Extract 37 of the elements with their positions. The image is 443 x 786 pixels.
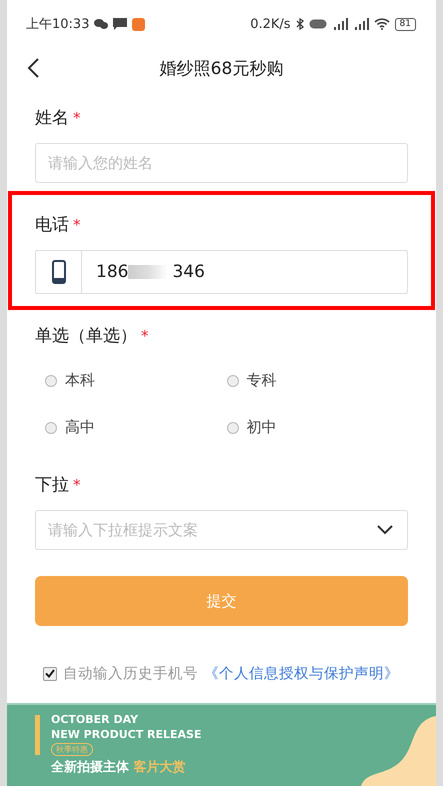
radio-option[interactable]: 专科	[226, 371, 408, 390]
field-label: 单选（单选）	[35, 325, 137, 347]
required-mark: *	[73, 216, 80, 234]
wifi-icon	[374, 18, 390, 30]
banner-headline: 全新拍摄主体 客片大赏	[51, 758, 186, 776]
phone-number-end: 346	[172, 262, 205, 282]
field-label: 姓名	[35, 107, 69, 129]
banner-title: OCTOBER DAY	[51, 713, 138, 726]
required-mark: *	[73, 108, 80, 126]
privacy-link[interactable]: 《个人信息授权与保护声明》	[204, 664, 399, 683]
phone-input[interactable]: 186 346	[35, 250, 408, 294]
signal-icon	[352, 18, 369, 30]
page-title: 婚纱照68元秒购	[160, 58, 284, 80]
radio-option[interactable]: 初中	[226, 418, 408, 437]
signal-icon	[332, 18, 348, 30]
app-icon	[132, 18, 146, 30]
bluetooth-icon	[296, 18, 304, 30]
radio-option[interactable]: 高中	[45, 418, 226, 437]
phone-number-start: 186	[96, 262, 128, 282]
banner-badge: 秋季特惠	[51, 743, 93, 756]
back-icon[interactable]	[27, 58, 39, 78]
chat-icon	[94, 18, 108, 30]
battery-icon: 81	[394, 18, 416, 30]
chevron-down-icon	[377, 525, 393, 535]
toggle-icon	[308, 19, 327, 29]
consent-text: 自动输入历史手机号	[63, 664, 198, 683]
phone-icon	[52, 260, 66, 284]
field-label: 电话	[35, 214, 69, 236]
network-speed: 0.2K/s	[250, 16, 291, 32]
banner-subtitle: NEW PRODUCT RELEASE	[51, 728, 202, 741]
required-mark: *	[73, 476, 80, 494]
message-icon	[113, 18, 128, 30]
radio-option[interactable]: 本科	[45, 371, 226, 390]
status-time: 上午10:33	[26, 16, 90, 33]
checkbox[interactable]	[43, 666, 57, 680]
field-label: 下拉	[35, 474, 69, 496]
required-mark: *	[141, 326, 148, 344]
